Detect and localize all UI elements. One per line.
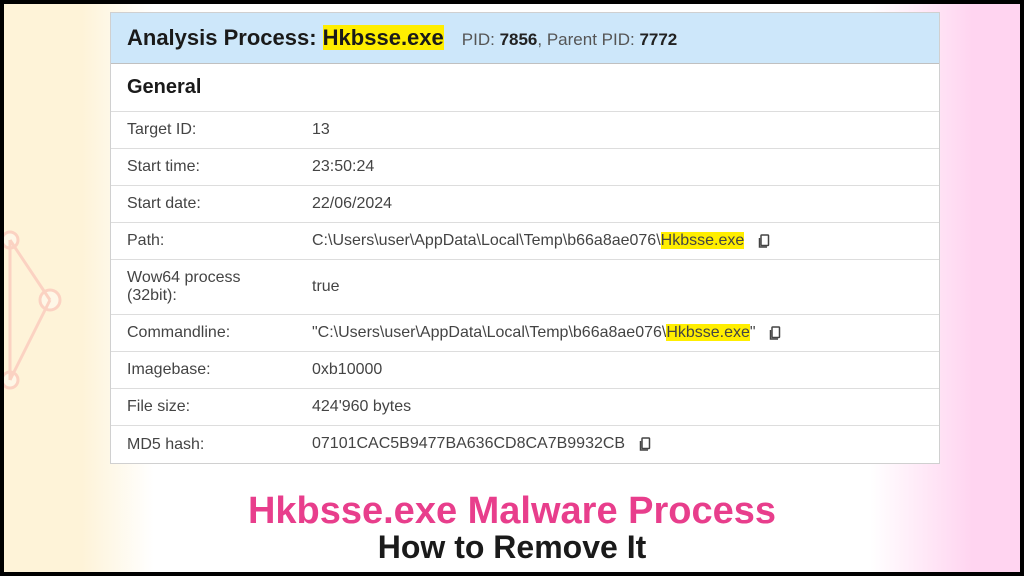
general-section-title: General [111,64,939,112]
row-label: Target ID: [111,112,296,149]
row-label: File size: [111,389,296,426]
general-table: Target ID: 13 Start time: 23:50:24 Start… [111,112,939,463]
row-label: Wow64 process (32bit): [111,260,296,315]
row-label: Path: [111,223,296,260]
row-label: Commandline: [111,315,296,352]
analysis-title: Analysis Process: Hkbsse.exe [127,25,444,51]
row-value: 07101CAC5B9477BA636CD8CA7B9932CB [296,426,939,463]
table-row: Imagebase: 0xb10000 [111,352,939,389]
table-row: MD5 hash: 07101CAC5B9477BA636CD8CA7B9932… [111,426,939,463]
analysis-panel: Analysis Process: Hkbsse.exe PID: 7856, … [110,12,940,464]
table-row: File size: 424'960 bytes [111,389,939,426]
row-label: Start time: [111,149,296,186]
parent-pid-sep: , Parent PID: [537,30,639,49]
cmd-suffix: " [750,324,756,341]
title-prefix: Analysis Process: [127,25,323,50]
cmd-highlight: Hkbsse.exe [666,324,750,341]
pid-value: 7856 [500,30,538,49]
row-value: 13 [296,112,939,149]
parent-pid-value: 7772 [639,30,677,49]
table-row: Start time: 23:50:24 [111,149,939,186]
md5-value: 07101CAC5B9477BA636CD8CA7B9932CB [312,436,625,453]
row-value: 23:50:24 [296,149,939,186]
row-label: MD5 hash: [111,426,296,463]
footer-line2: How to Remove It [0,529,1024,566]
pid-label: PID: [462,30,500,49]
decorative-graph-icon [0,180,70,440]
analysis-header: Analysis Process: Hkbsse.exe PID: 7856, … [111,13,939,64]
table-row: Path: C:\Users\user\AppData\Local\Temp\b… [111,223,939,260]
row-value: 0xb10000 [296,352,939,389]
table-row: Target ID: 13 [111,112,939,149]
row-label: Imagebase: [111,352,296,389]
row-value: "C:\Users\user\AppData\Local\Temp\b66a8a… [296,315,939,352]
row-value: 424'960 bytes [296,389,939,426]
copy-icon[interactable] [636,435,654,453]
cmd-prefix: "C:\Users\user\AppData\Local\Temp\b66a8a… [312,324,666,341]
footer-caption: Hkbsse.exe Malware Process How to Remove… [0,490,1024,566]
row-value: 22/06/2024 [296,186,939,223]
path-prefix: C:\Users\user\AppData\Local\Temp\b66a8ae… [312,232,661,249]
row-label: Start date: [111,186,296,223]
process-name-highlight: Hkbsse.exe [323,25,444,50]
table-row: Commandline: "C:\Users\user\AppData\Loca… [111,315,939,352]
copy-icon[interactable] [766,324,784,342]
row-value: true [296,260,939,315]
path-highlight: Hkbsse.exe [661,232,745,249]
footer-line1: Hkbsse.exe Malware Process [0,490,1024,533]
table-row: Wow64 process (32bit): true [111,260,939,315]
copy-icon[interactable] [755,232,773,250]
table-row: Start date: 22/06/2024 [111,186,939,223]
row-value: C:\Users\user\AppData\Local\Temp\b66a8ae… [296,223,939,260]
pid-info: PID: 7856, Parent PID: 7772 [462,30,678,50]
